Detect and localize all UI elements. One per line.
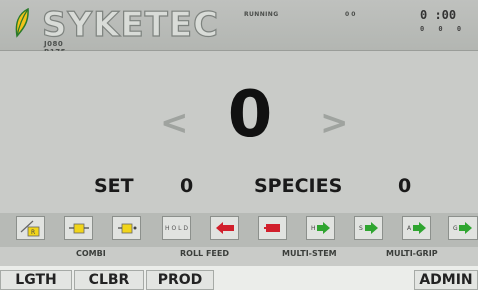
clock-display: 0 :00	[420, 8, 457, 22]
hold-label: H O L D	[165, 224, 188, 232]
red-arrow-left-icon	[215, 222, 234, 234]
saw-head-icon: R	[20, 220, 39, 237]
mode-labels: COMBI ROLL FEED MULTI-STEM MULTI-GRIP	[0, 247, 478, 261]
species-label: SPECIES	[254, 175, 343, 197]
clock-sub-display: 0 0 0	[420, 25, 467, 33]
tree-count: 0	[227, 78, 273, 152]
svg-text:A: A	[407, 225, 412, 232]
status-label: RUNNING	[244, 11, 279, 18]
multi-stem-button-2[interactable]: S	[354, 216, 383, 240]
prev-arrow-button[interactable]: <	[160, 103, 189, 143]
green-arrow-right-icon: H	[311, 222, 330, 234]
multi-stem-button-1[interactable]: H	[306, 216, 335, 240]
multi-stem-label: MULTI-STEM	[282, 249, 337, 258]
leaf-logo-icon	[15, 8, 29, 38]
set-value: 0	[180, 175, 194, 197]
set-label: SET	[94, 175, 134, 197]
function-icon-bar: R H O L D H S A G	[0, 213, 478, 247]
roll-feed-reverse-button-2[interactable]	[258, 216, 287, 240]
svg-text:H: H	[311, 225, 316, 232]
green-arrow-right-icon: A	[407, 222, 426, 234]
red-stop-icon	[263, 224, 280, 232]
status-value: 0 0	[345, 11, 356, 18]
main-display: < 0 > SET 0 SPECIES 0	[0, 51, 478, 206]
tab-prod[interactable]: PROD	[146, 270, 214, 290]
tab-admin[interactable]: ADMIN	[414, 270, 478, 290]
roll-feed-label: ROLL FEED	[180, 249, 229, 258]
header-bar: SYKETEC J080 B175 V.3.0 RUNNING 0 0 0 :0…	[0, 0, 478, 64]
head-open-icon	[68, 223, 89, 234]
roll-feed-hold-button[interactable]: H O L D	[162, 216, 191, 240]
svg-text:S: S	[359, 225, 363, 232]
head-close-icon	[117, 223, 136, 234]
brand-name: SYKETEC	[41, 5, 220, 45]
combi-tool-button-3[interactable]	[112, 216, 141, 240]
species-value: 0	[398, 175, 412, 197]
combi-label: COMBI	[76, 249, 106, 258]
multi-grip-button-2[interactable]: G	[448, 216, 478, 240]
multi-grip-button-1[interactable]: A	[402, 216, 431, 240]
tab-lgth[interactable]: LGTH	[0, 270, 72, 290]
svg-text:R: R	[31, 229, 35, 236]
svg-text:G: G	[453, 225, 458, 232]
combi-tool-button-1[interactable]: R	[16, 216, 45, 240]
roll-feed-reverse-button-1[interactable]	[210, 216, 239, 240]
green-arrow-right-icon: S	[359, 222, 378, 234]
next-arrow-button[interactable]: >	[320, 103, 349, 143]
bottom-tab-bar: LGTH CLBR PROD ADMIN	[0, 266, 478, 290]
combi-tool-button-2[interactable]	[64, 216, 93, 240]
tab-clbr[interactable]: CLBR	[74, 270, 144, 290]
multi-grip-label: MULTI-GRIP	[386, 249, 438, 258]
green-arrow-right-icon: G	[453, 222, 472, 234]
